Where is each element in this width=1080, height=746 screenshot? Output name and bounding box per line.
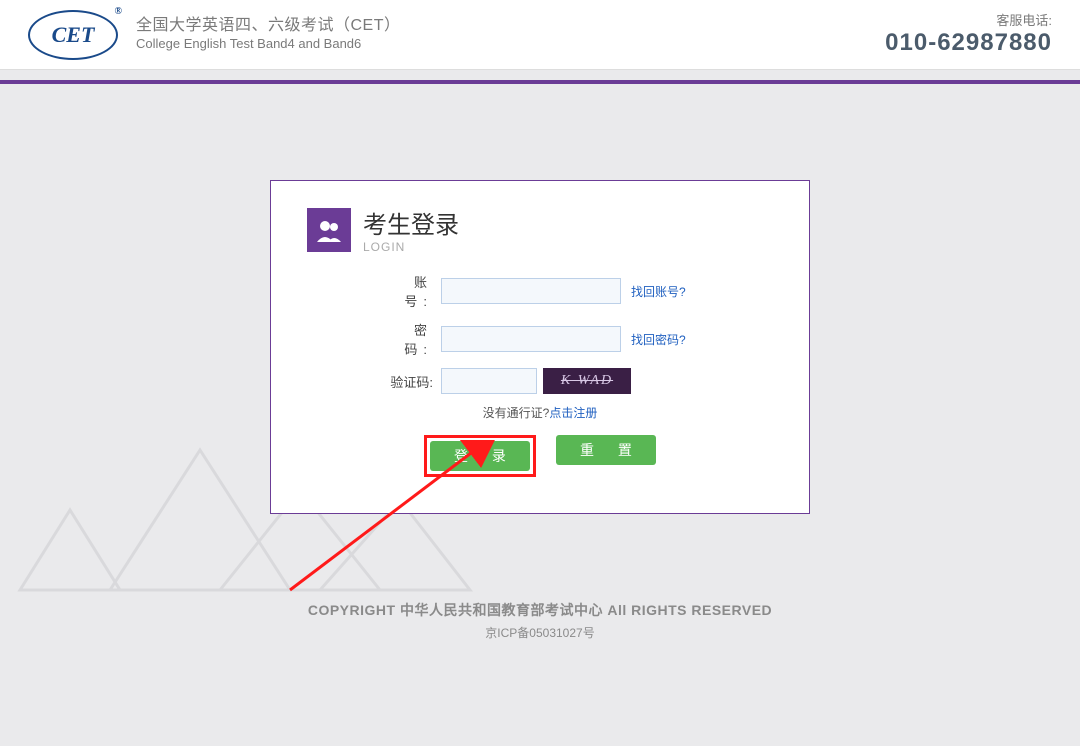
header-titles: 全国大学英语四、六级考试（CET） College English Test B…	[136, 16, 401, 54]
copyright-line: COPYRIGHT 中华人民共和国教育部考试中心 All RIGHTS RESE…	[0, 600, 1080, 620]
login-title-en: LOGIN	[363, 240, 459, 254]
site-title-cn: 全国大学英语四、六级考试（CET）	[136, 16, 401, 37]
reset-button[interactable]: 重 置	[556, 435, 656, 465]
site-title-en: College English Test Band4 and Band6	[136, 36, 401, 53]
service-phone-block: 客服电话: 010-62987880	[885, 10, 1052, 57]
register-line: 没有通行证?点击注册	[307, 404, 773, 421]
icp-line: 京ICP备05031027号	[0, 624, 1080, 641]
login-title-cn: 考生登录	[363, 205, 459, 240]
account-input[interactable]	[441, 278, 621, 304]
password-input[interactable]	[441, 326, 621, 352]
service-phone: 010-62987880	[885, 29, 1052, 57]
page-header: CET 全国大学英语四、六级考试（CET） College English Te…	[0, 0, 1080, 70]
cet-logo: CET	[28, 10, 118, 60]
recover-password-link[interactable]: 找回密码?	[631, 331, 686, 348]
captcha-label: 验证码:	[377, 372, 433, 391]
accent-bar	[0, 80, 1080, 84]
recover-account-link[interactable]: 找回账号?	[631, 283, 686, 300]
row-account: 账 号: 找回账号?	[307, 272, 773, 310]
account-label: 账 号:	[377, 272, 433, 310]
candidates-icon	[307, 208, 351, 252]
register-prompt: 没有通行证?	[483, 406, 550, 420]
page-footer: COPYRIGHT 中华人民共和国教育部考试中心 All RIGHTS RESE…	[0, 600, 1080, 641]
row-password: 密 码: 找回密码?	[307, 320, 773, 358]
password-label: 密 码:	[377, 320, 433, 358]
register-link[interactable]: 点击注册	[549, 406, 597, 420]
row-captcha: 验证码: K WAD	[307, 368, 773, 394]
captcha-input[interactable]	[441, 368, 537, 394]
login-panel: 考生登录 LOGIN 账 号: 找回账号? 密 码: 找回密码? 验证码: K …	[270, 180, 810, 514]
service-label: 客服电话:	[885, 10, 1052, 29]
captcha-image[interactable]: K WAD	[543, 368, 631, 394]
login-form: 账 号: 找回账号? 密 码: 找回密码? 验证码: K WAD 没有通行证?点…	[307, 272, 773, 477]
login-highlight: 登 录	[424, 435, 536, 477]
login-button[interactable]: 登 录	[430, 441, 530, 471]
login-header: 考生登录 LOGIN	[307, 205, 773, 254]
button-row: 登 录 重 置	[307, 435, 773, 477]
